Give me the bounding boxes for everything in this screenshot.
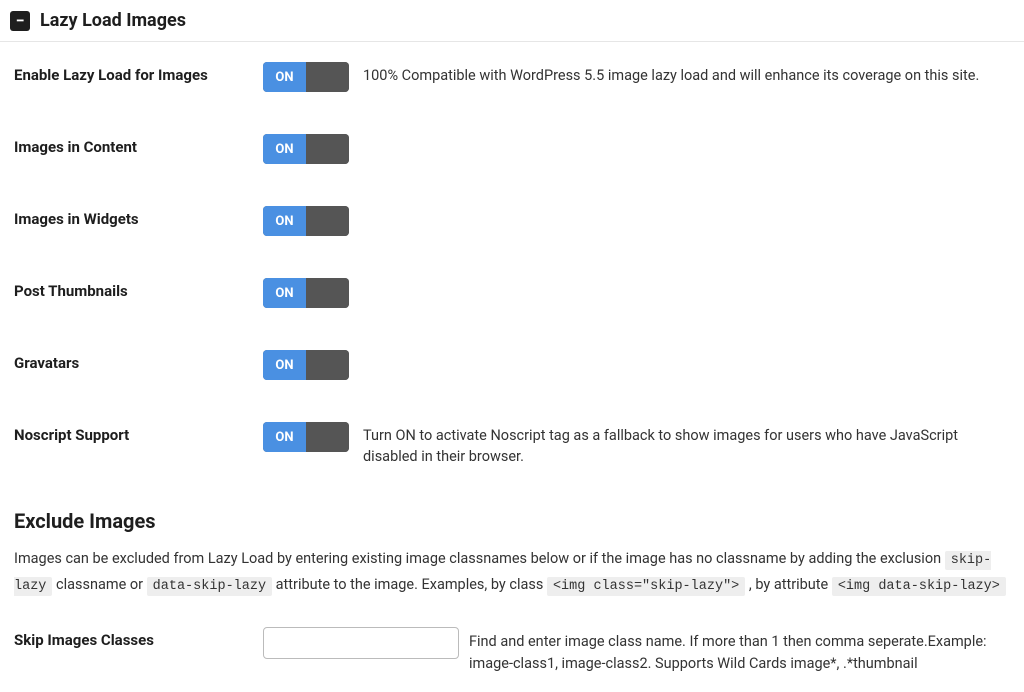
toggle-off-side [306, 278, 349, 308]
toggle-gravatars[interactable]: ON [263, 350, 349, 380]
row-post-thumbnails: Post Thumbnails ON [14, 278, 1010, 308]
toggle-noscript-support[interactable]: ON [263, 422, 349, 452]
row-images-content: Images in Content ON [14, 134, 1010, 164]
label-post-thumbnails: Post Thumbnails [14, 278, 239, 300]
skip-images-classes-input[interactable] [263, 627, 459, 659]
label-skip-images-classes: Skip Images Classes [14, 627, 239, 649]
toggle-off-side [306, 62, 349, 92]
toggle-post-thumbnails[interactable]: ON [263, 278, 349, 308]
exclude-description: Images can be excluded from Lazy Load by… [14, 547, 1010, 599]
toggle-on-label: ON [263, 62, 306, 92]
toggle-on-label: ON [263, 206, 306, 236]
label-enable-lazy-load: Enable Lazy Load for Images [14, 62, 239, 84]
desc-noscript-support: Turn ON to activate Noscript tag as a fa… [363, 422, 1010, 467]
toggle-on-label: ON [263, 422, 306, 452]
label-images-widgets: Images in Widgets [14, 206, 239, 228]
exclude-desc-part: attribute to the image. Examples, by cla… [272, 576, 547, 593]
toggle-off-side [306, 206, 349, 236]
exclude-heading: Exclude Images [14, 509, 1010, 533]
row-images-widgets: Images in Widgets ON [14, 206, 1010, 236]
code-img-class: <img class="skip-lazy"> [547, 577, 745, 596]
toggle-on-label: ON [263, 350, 306, 380]
panel-title: Lazy Load Images [40, 10, 186, 31]
row-gravatars: Gravatars ON [14, 350, 1010, 380]
exclude-desc-part: classname or [52, 576, 146, 593]
label-images-content: Images in Content [14, 134, 239, 156]
panel-content: Enable Lazy Load for Images ON 100% Comp… [0, 42, 1024, 692]
row-noscript-support: Noscript Support ON Turn ON to activate … [14, 422, 1010, 467]
row-enable-lazy-load: Enable Lazy Load for Images ON 100% Comp… [14, 62, 1010, 92]
desc-enable-lazy-load: 100% Compatible with WordPress 5.5 image… [363, 62, 979, 86]
skip-images-classes-desc: Find and enter image class name. If more… [469, 627, 1010, 675]
toggle-enable-lazy-load[interactable]: ON [263, 62, 349, 92]
label-gravatars: Gravatars [14, 350, 239, 372]
collapse-icon[interactable]: − [10, 11, 30, 31]
row-skip-images-classes: Skip Images Classes Find and enter image… [14, 627, 1010, 675]
code-img-attr: <img data-skip-lazy> [832, 577, 1006, 596]
toggle-off-side [306, 422, 349, 452]
toggle-on-label: ON [263, 134, 306, 164]
code-data-skip-lazy: data-skip-lazy [147, 577, 272, 596]
toggle-off-side [306, 134, 349, 164]
toggle-images-content[interactable]: ON [263, 134, 349, 164]
label-noscript-support: Noscript Support [14, 422, 239, 444]
toggle-on-label: ON [263, 278, 306, 308]
exclude-desc-part: Images can be excluded from Lazy Load by… [14, 550, 945, 567]
toggle-off-side [306, 350, 349, 380]
exclude-desc-part: , by attribute [745, 576, 832, 593]
toggle-images-widgets[interactable]: ON [263, 206, 349, 236]
panel-header: − Lazy Load Images [0, 0, 1024, 42]
